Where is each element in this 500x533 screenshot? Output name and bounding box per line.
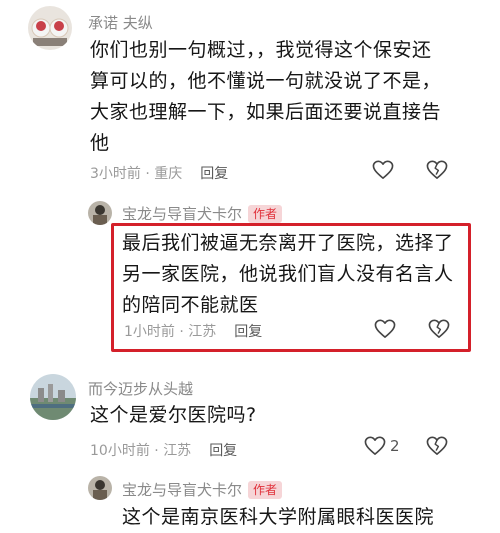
comment-text: 这个是爱尔医院吗? (90, 400, 480, 431)
comment-meta: 3小时前 · 重庆 回复 (90, 163, 228, 183)
heart-icon[interactable] (372, 160, 394, 180)
text-line: 另一家医院，他说我们盲人没有名言人 (122, 263, 454, 285)
comment-time: 1小时前 (124, 324, 175, 340)
comment-text: 这个是南京医科大学附属眼科医医院 (122, 502, 492, 533)
meta-separator: · (149, 443, 164, 459)
comment-location: 江苏 (163, 443, 192, 459)
text-line: 的陪同不能就医 (122, 294, 259, 316)
comment-time: 3小时前 (90, 166, 141, 182)
text-line: 算可以的，他不懂说一句就没说了不是， (90, 70, 442, 92)
text-line: 这个是爱尔医院吗? (90, 404, 257, 426)
avatar[interactable] (30, 374, 76, 420)
text-line: 你们也别一句概过，，我觉得这个保安还 (90, 39, 432, 61)
username-link[interactable]: 宝龙与导盲犬卡尔 (122, 481, 242, 499)
avatar[interactable] (88, 476, 112, 500)
heart-icon[interactable] (374, 319, 396, 339)
author-badge: 作者 (248, 205, 283, 223)
heart-icon[interactable] (364, 436, 386, 456)
text-line: 最后我们被逼无奈离开了医院，选择了 (122, 232, 454, 254)
reply-button[interactable]: 回复 (209, 443, 237, 459)
text-line: 大家也理解一下，如果后面还要说直接告 (90, 101, 442, 123)
broken-heart-icon[interactable] (426, 160, 448, 180)
comment-location: 江苏 (188, 324, 217, 340)
comment-username: 宝龙与导盲犬卡尔 作者 (122, 203, 283, 224)
comment-username[interactable]: 承诺 夫纵 (88, 12, 153, 33)
comment-text: 最后我们被逼无奈离开了医院，选择了 另一家医院，他说我们盲人没有名言人 的陪同不… (122, 228, 462, 321)
avatar[interactable] (88, 201, 112, 225)
comment-username: 宝龙与导盲犬卡尔 作者 (122, 479, 283, 500)
author-badge: 作者 (248, 481, 283, 499)
text-line: 他 (90, 132, 110, 154)
meta-separator: · (140, 166, 155, 182)
comment-location: 重庆 (154, 166, 183, 182)
comment-meta: 1小时前 · 江苏 回复 (124, 321, 262, 341)
meta-separator: · (174, 324, 189, 340)
comment-time: 10小时前 (90, 443, 150, 459)
text-line: 这个是南京医科大学附属眼科医医院 (122, 506, 435, 528)
comment-meta: 10小时前 · 江苏 回复 (90, 440, 237, 460)
comment-text: 你们也别一句概过，，我觉得这个保安还 算可以的，他不懂说一句就没说了不是， 大家… (90, 35, 485, 159)
broken-heart-icon[interactable] (426, 436, 448, 456)
reply-button[interactable]: 回复 (234, 324, 262, 340)
like-count: 2 (390, 437, 400, 455)
broken-heart-icon[interactable] (428, 319, 450, 339)
comment-username[interactable]: 而今迈步从头越 (88, 378, 193, 399)
username-link[interactable]: 宝龙与导盲犬卡尔 (122, 205, 242, 223)
reply-button[interactable]: 回复 (200, 166, 228, 182)
avatar[interactable] (28, 6, 72, 50)
